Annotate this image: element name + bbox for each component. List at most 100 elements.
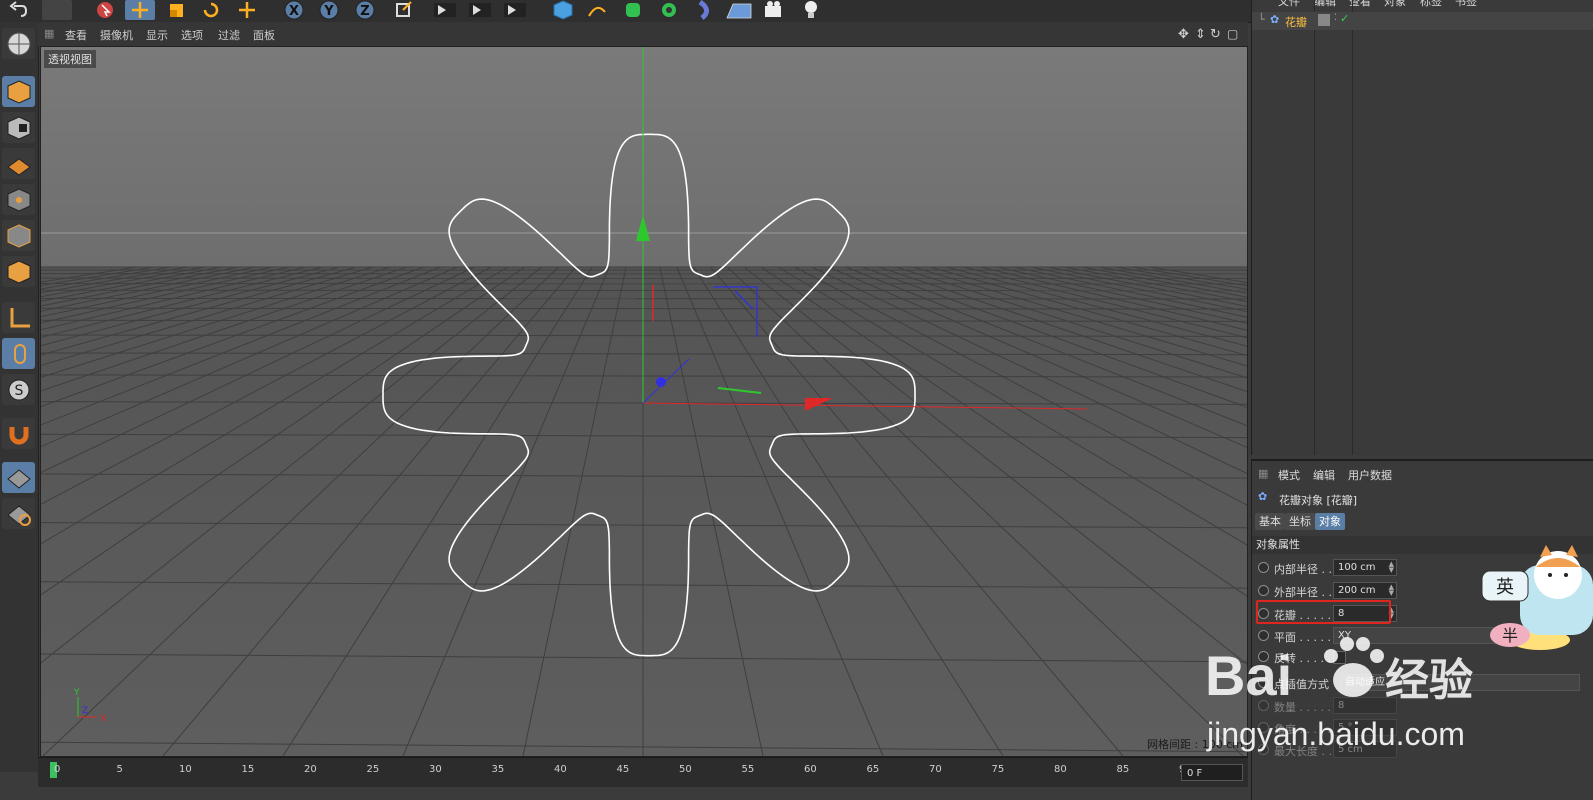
magnet-snap-icon[interactable] — [2, 418, 35, 449]
menu-grip-icon: ▦ — [44, 27, 54, 40]
mograph-icon[interactable] — [654, 0, 684, 20]
menu-view[interactable]: 查看 — [65, 27, 87, 43]
texture-mode-icon[interactable] — [2, 112, 35, 143]
object-name[interactable]: 花瓣 — [1285, 14, 1307, 30]
edges-mode-icon[interactable] — [2, 220, 35, 251]
viewport-label[interactable]: 透视视图 — [44, 50, 96, 68]
layer-color-icon[interactable] — [1318, 14, 1330, 26]
anim-radio-icon[interactable] — [1258, 585, 1269, 596]
polygons-mode-icon[interactable] — [2, 256, 35, 287]
timeline-tick-label: 40 — [554, 764, 567, 775]
visibility-dots-icon[interactable]: ⁚ — [1334, 13, 1337, 23]
scale-icon[interactable] — [162, 0, 192, 20]
flower-spline-icon: ✿ — [1270, 13, 1279, 26]
light-icon[interactable] — [796, 0, 826, 20]
inner-radius-field[interactable]: 100 cm ▲▼ — [1333, 559, 1397, 576]
timeline-tick-label: 10 — [179, 764, 192, 775]
render-settings-icon[interactable] — [500, 0, 530, 20]
coordinate-icon[interactable] — [388, 0, 418, 20]
rotate-icon[interactable] — [196, 0, 226, 20]
cat-sticker: 英 半 — [1480, 545, 1593, 660]
lock-snap-icon[interactable] — [2, 498, 35, 529]
viewport-maximize-icon[interactable]: ▢ — [1227, 27, 1238, 41]
nurbs-icon[interactable] — [618, 0, 648, 20]
om-menu-file[interactable]: 文件 — [1278, 0, 1300, 9]
enabled-check-icon[interactable]: ✓ — [1340, 12, 1349, 25]
am-grip-icon: ▦ — [1258, 467, 1268, 480]
timeline-tick-label: 85 — [1117, 764, 1130, 775]
timeline-tick-label: 5 — [117, 764, 123, 775]
model-mode-icon[interactable] — [2, 76, 35, 107]
timeline-tick-label: 0 — [54, 764, 60, 775]
menu-options[interactable]: 选项 — [181, 27, 203, 43]
y-lock-label: Y — [323, 4, 334, 19]
tweak-mode-icon[interactable] — [2, 338, 35, 369]
points-mode-icon[interactable] — [2, 184, 35, 215]
deformer-icon[interactable] — [690, 0, 720, 20]
x-lock-icon[interactable]: X — [279, 0, 309, 20]
workplane-lock-icon[interactable] — [2, 462, 35, 493]
spline-pen-icon[interactable] — [582, 0, 612, 20]
floor-icon[interactable] — [724, 0, 754, 20]
menu-filter[interactable]: 过滤 — [218, 27, 240, 43]
move-alt-icon[interactable] — [232, 0, 262, 20]
spinner-icon[interactable]: ▲▼ — [1389, 584, 1394, 596]
object-row-flower[interactable]: └ ✿ 花瓣 ⁚ ✓ — [1252, 12, 1593, 30]
viewport-rotate-icon[interactable]: ↻ — [1210, 27, 1221, 42]
workplane-mode-icon[interactable] — [2, 148, 35, 179]
solo-mode-icon[interactable]: S — [2, 374, 35, 405]
am-menu-edit[interactable]: 编辑 — [1313, 467, 1335, 483]
timeline-tick-label: 65 — [867, 764, 880, 775]
param-label: 外部半径 . . — [1274, 584, 1332, 600]
y-lock-icon[interactable]: Y — [314, 0, 344, 20]
field-value: 200 cm — [1338, 585, 1376, 596]
timeline[interactable]: 051015202530354045505560657075808590 0 F — [38, 757, 1248, 787]
om-menu-edit[interactable]: 编辑 — [1314, 0, 1336, 9]
viewport-move-icon[interactable]: ✥ — [1178, 27, 1189, 42]
outer-radius-field[interactable]: 200 cm ▲▼ — [1333, 582, 1397, 599]
timeline-tick-label: 25 — [367, 764, 380, 775]
menu-panel[interactable]: 面板 — [253, 27, 275, 43]
move-icon[interactable] — [125, 0, 155, 20]
watermark-url: jingyan.baidu.com — [1206, 716, 1465, 752]
redo-icon[interactable] — [42, 0, 72, 20]
perspective-viewport[interactable]: Y X Z 透视视图 网格间距 : 100 cm — [40, 46, 1248, 757]
timeline-tick-label: 75 — [992, 764, 1005, 775]
om-column-divider — [1352, 0, 1353, 455]
viewport-dolly-icon[interactable]: ⇕ — [1195, 27, 1206, 42]
om-menu-bookmark[interactable]: 书签 — [1455, 0, 1477, 9]
globe-icon[interactable] — [2, 28, 35, 59]
tab-coord[interactable]: 坐标 — [1285, 513, 1315, 530]
menu-display[interactable]: 显示 — [146, 27, 168, 43]
am-menu-userdata[interactable]: 用户数据 — [1348, 467, 1392, 483]
render-view-icon[interactable] — [465, 0, 495, 20]
mode-toolbar: S — [0, 22, 39, 772]
camera-icon[interactable] — [760, 0, 790, 20]
timeline-tick-label: 70 — [929, 764, 942, 775]
timeline-tick-label: 20 — [304, 764, 317, 775]
field-value: 100 cm — [1338, 562, 1376, 573]
corner-y-label: Y — [73, 688, 80, 698]
anim-radio-icon[interactable] — [1258, 562, 1269, 573]
timeline-tick-label: 60 — [804, 764, 817, 775]
z-lock-icon[interactable]: Z — [350, 0, 380, 20]
corner-z-label: Z — [82, 706, 88, 716]
menu-camera[interactable]: 摄像机 — [100, 27, 133, 43]
am-menu-mode[interactable]: 模式 — [1278, 467, 1300, 483]
undo-icon[interactable] — [4, 0, 34, 20]
om-menu-object[interactable]: 对象 — [1384, 0, 1406, 9]
axis-mode-icon[interactable] — [2, 302, 35, 333]
om-menu-tag[interactable]: 标签 — [1420, 0, 1442, 9]
tab-basic[interactable]: 基本 — [1255, 513, 1285, 530]
z-axis-handle[interactable] — [656, 377, 666, 387]
om-column-divider — [1314, 0, 1315, 455]
timeline-tick-label: 45 — [617, 764, 630, 775]
tab-object[interactable]: 对象 — [1315, 513, 1345, 530]
cursor-icon[interactable] — [90, 0, 120, 20]
cube-icon[interactable] — [548, 0, 578, 20]
spinner-icon[interactable]: ▲▼ — [1389, 561, 1394, 573]
svg-text:S: S — [14, 383, 23, 399]
render-region-icon[interactable] — [430, 0, 460, 20]
cat-sticker-graphic: 英 半 — [1480, 545, 1593, 660]
watermark-brand: Bai — [1205, 644, 1292, 707]
